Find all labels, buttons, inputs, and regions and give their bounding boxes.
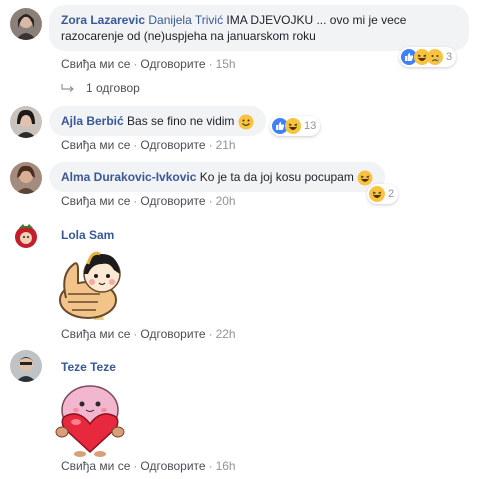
comment-lola: Lola Sam Свиђа ми се · Одговорите · 22h xyxy=(0,216,496,346)
reply-button[interactable]: Одговорите xyxy=(140,138,205,152)
avatar[interactable] xyxy=(10,106,42,138)
comment-author[interactable]: Lola Sam xyxy=(61,228,114,242)
mention-link[interactable]: Danijela Trivić xyxy=(148,13,223,27)
haha-icon xyxy=(369,186,385,202)
reply-button[interactable]: Одговорите xyxy=(140,459,205,473)
comment-actions: Свиђа ми се · Одговорите · 20h xyxy=(61,194,236,208)
reaction-count: 3 xyxy=(446,51,453,63)
timestamp[interactable]: 16h xyxy=(216,459,236,473)
sad-icon xyxy=(427,49,443,65)
like-button[interactable]: Свиђа ми се xyxy=(61,194,130,208)
comment-text: Ko je ta da joj kosu pocupam xyxy=(199,170,354,184)
reaction-count: 2 xyxy=(388,188,395,200)
reaction-count: 13 xyxy=(304,120,317,132)
timestamp[interactable]: 20h xyxy=(216,194,236,208)
avatar[interactable] xyxy=(10,8,42,40)
reactions-badge[interactable]: 2 xyxy=(367,184,399,204)
reply-button[interactable]: Одговорите xyxy=(140,327,205,341)
comment-author[interactable]: Teze Teze xyxy=(61,360,116,374)
comment-author[interactable]: Zora Lazarevic xyxy=(61,13,145,27)
comment-text: Bas se fino ne vidim xyxy=(127,114,235,128)
avatar[interactable] xyxy=(10,220,42,252)
replies-count[interactable]: 1 одговор xyxy=(86,81,140,95)
comment-zora: Zora Lazarevic Danijela Trivić IMA DJEVO… xyxy=(0,0,496,100)
reply-button[interactable]: Одговорите xyxy=(140,194,205,208)
comment-ajla: Ajla Berbić Bas se fino ne vidim 13 Свиђ… xyxy=(0,100,496,158)
comment-author[interactable]: Ajla Berbić xyxy=(61,114,124,128)
reply-arrow-icon xyxy=(61,84,74,92)
comment-alma: Alma Durakovic-Ivkovic Ko je ta da joj k… xyxy=(0,158,496,216)
comment-text: IMA DJEVOJKU ... ovo mi je vece xyxy=(223,13,407,27)
comment-bubble: Ajla Berbić Bas se fino ne vidim xyxy=(49,106,266,136)
comment-teze: Teze Teze Свиђа ми се · Одговорите · 16h xyxy=(0,346,496,479)
haha-icon xyxy=(285,118,301,134)
comment-author[interactable]: Alma Durakovic-Ivkovic xyxy=(61,170,196,184)
laughing-emoji-icon xyxy=(357,170,373,186)
like-button[interactable]: Свиђа ми се xyxy=(61,138,130,152)
timestamp[interactable]: 22h xyxy=(216,327,236,341)
view-replies-link[interactable]: 1 одговор xyxy=(60,81,140,95)
like-button[interactable]: Свиђа ми се xyxy=(61,459,130,473)
comment-actions: Свиђа ми се · Одговорите · 16h xyxy=(61,459,236,473)
comment-actions: Свиђа ми се · Одговорите · 15h xyxy=(61,57,236,71)
timestamp[interactable]: 15h xyxy=(216,57,236,71)
avatar[interactable] xyxy=(10,162,42,194)
reply-button[interactable]: Одговорите xyxy=(140,57,205,71)
smile-emoji-icon xyxy=(238,114,254,130)
comment-actions: Свиђа ми се · Одговорите · 21h xyxy=(61,138,236,152)
like-button[interactable]: Свиђа ми се xyxy=(61,327,130,341)
thumbs-up-girl-sticker xyxy=(48,244,132,331)
reactions-badge[interactable]: 13 xyxy=(270,116,321,136)
comment-bubble: Alma Durakovic-Ivkovic Ko je ta da joj k… xyxy=(49,162,386,192)
comment-text-line2: razocarenje od (ne)uspjeha na januarskom… xyxy=(61,29,316,43)
like-button[interactable]: Свиђа ми се xyxy=(61,57,130,71)
avatar[interactable] xyxy=(10,350,42,382)
pink-heart-character-sticker xyxy=(50,378,130,461)
timestamp[interactable]: 21h xyxy=(216,138,236,152)
reactions-badge[interactable]: 3 xyxy=(399,47,457,67)
comment-bubble: Zora Lazarevic Danijela Trivić IMA DJEVO… xyxy=(49,5,469,51)
comment-actions: Свиђа ми се · Одговорите · 22h xyxy=(61,327,236,341)
